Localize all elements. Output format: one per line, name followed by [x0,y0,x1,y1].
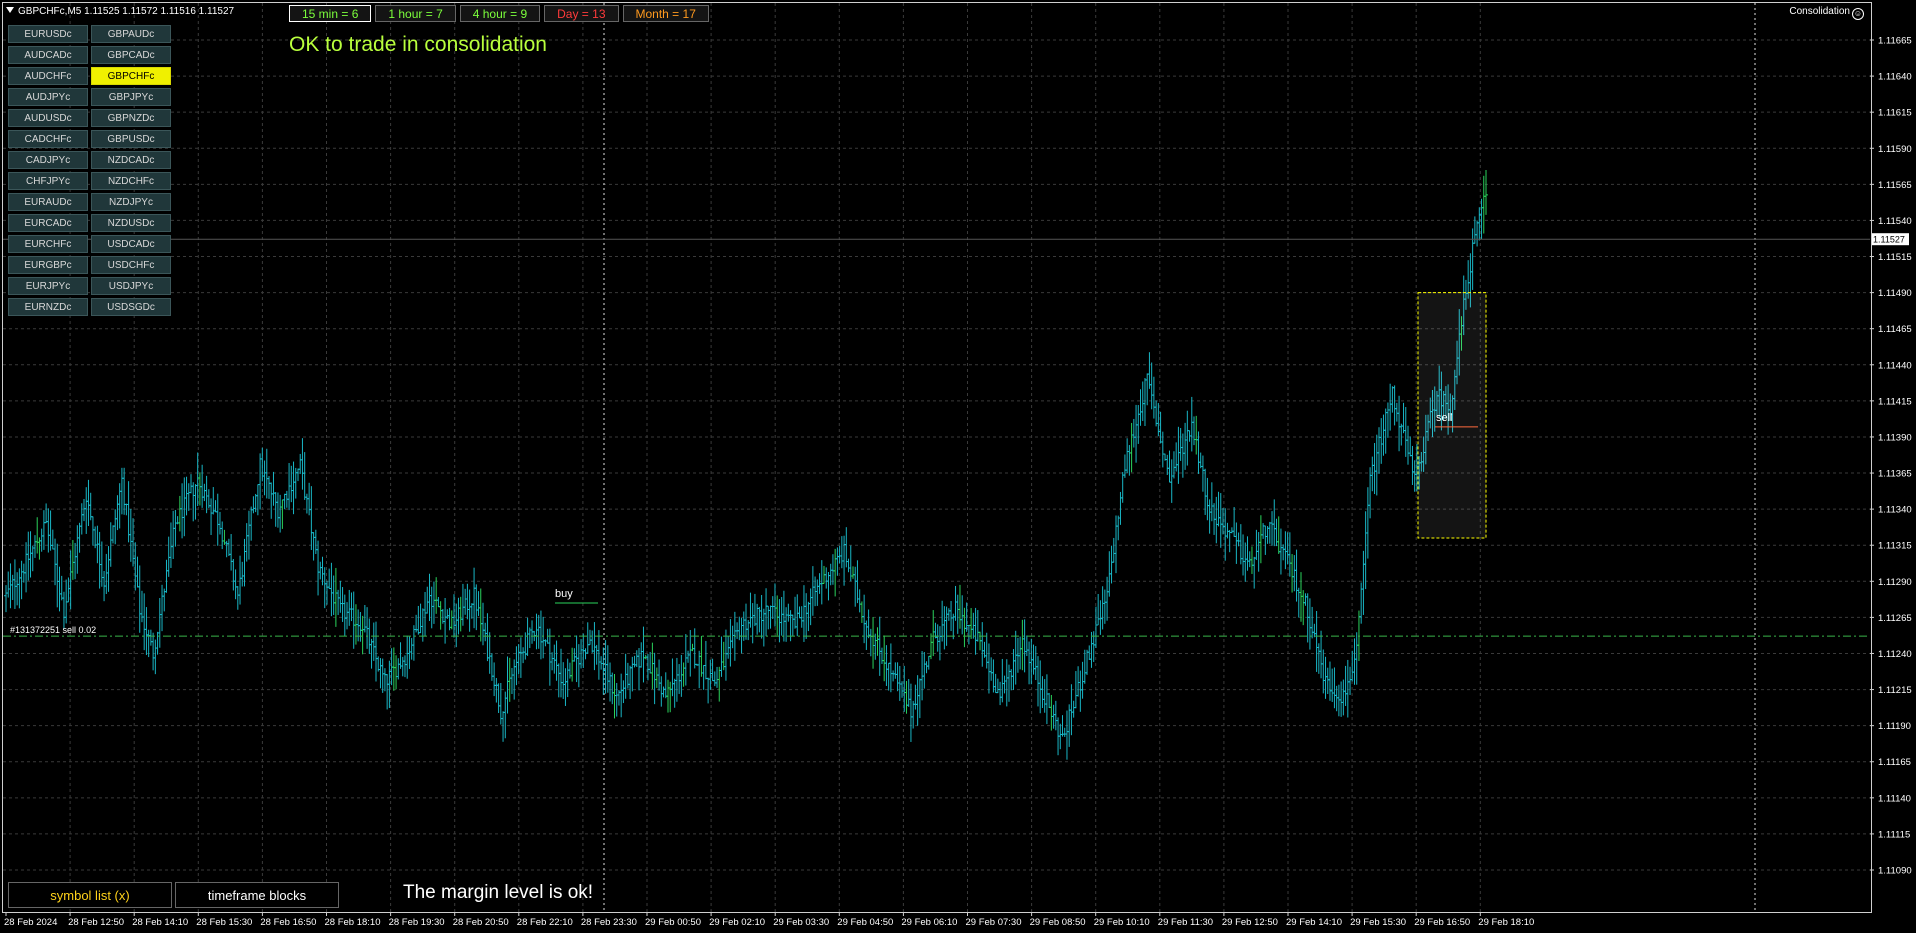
x-tick-label: 29 Feb 02:10 [709,917,765,928]
y-tick-label: 1.11465 [1878,324,1912,335]
tf-block-15min[interactable]: 15 min = 6 [289,5,372,22]
x-tick-label: 29 Feb 07:30 [966,917,1022,928]
symbol-button-cadchfc[interactable]: CADCHFc [8,130,88,148]
price-axis[interactable]: 1.11665 1.11640 1.11615 1.11590 1.11565 1.115… [1870,36,1912,877]
x-tick-label: 28 Feb 22:10 [517,917,573,928]
x-tick-label: 29 Feb 16:50 [1414,917,1470,928]
symbol-button-cadjpyc[interactable]: CADJPYc [8,151,88,169]
symbol-button-audusdc[interactable]: AUDUSDc [8,109,88,127]
symbol-button-eurjpyc[interactable]: EURJPYc [8,277,88,295]
tf-block-day[interactable]: Day = 13 [544,5,619,22]
x-tick-label: 28 Feb 23:30 [581,917,637,928]
y-tick-label: 1.11315 [1878,541,1912,552]
symbol-button-eurgbpc[interactable]: EURGBPc [8,256,88,274]
timeframe-block-bar: 15 min = 6 1 hour = 7 4 hour = 9 Day = 1… [289,5,709,22]
x-tick-label: 28 Feb 14:10 [132,917,188,928]
chart-title-text: GBPCHFc,M5 1.11525 1.11572 1.11516 1.115… [18,6,235,17]
tf-block-month[interactable]: Month = 17 [622,5,709,22]
indicator-label: Consolidation ☺ [1789,6,1864,20]
y-tick-label: 1.11490 [1878,288,1912,299]
symbol-button-eurchfc[interactable]: EURCHFc [8,235,88,253]
y-tick-label: 1.11340 [1878,505,1912,516]
y-tick-label: 1.11115 [1878,829,1910,840]
x-tick-label: 29 Feb 00:50 [645,917,701,928]
y-tick-label: 1.11565 [1878,180,1912,191]
chart-frame [2,2,1872,913]
x-tick-label: 28 Feb 16:50 [260,917,316,928]
x-tick-label: 29 Feb 08:50 [1030,917,1086,928]
symbol-button-gbpaudc[interactable]: GBPAUDc [91,25,171,43]
tf-block-1hour[interactable]: 1 hour = 7 [375,5,456,22]
x-tick-label: 29 Feb 03:30 [773,917,829,928]
y-tick-label: 1.11165 [1878,757,1911,768]
symbol-button-audcadc[interactable]: AUDCADc [8,46,88,64]
y-tick-label: 1.11290 [1878,577,1912,588]
dropdown-triangle-icon[interactable] [6,7,14,13]
symbol-button-usdcadc[interactable]: USDCADc [91,235,171,253]
x-tick-label: 28 Feb 19:30 [389,917,445,928]
y-tick-label: 1.11665 [1878,36,1912,47]
symbol-button-eurcadc[interactable]: EURCADc [8,214,88,232]
y-tick-label: 1.11590 [1878,144,1912,155]
symbol-button-usdchfc[interactable]: USDCHFc [91,256,171,274]
time-axis[interactable]: 28 Feb 2024 28 Feb 12:50 28 Feb 14:10 28 Fe… [4,912,1534,928]
symbol-button-usdsgdc[interactable]: USDSGDc [91,298,171,316]
symbol-button-nzdusdc[interactable]: NZDUSDc [91,214,171,232]
symbol-button-usdjpyc[interactable]: USDJPYc [91,277,171,295]
y-tick-label: 1.11140 [1878,793,1911,804]
x-tick-label: 29 Feb 11:30 [1158,917,1213,928]
x-tick-label: 29 Feb 10:10 [1094,917,1150,928]
x-tick-label: 28 Feb 12:50 [68,917,124,928]
chart-title: GBPCHFc,M5 1.11525 1.11572 1.11516 1.115… [6,6,234,17]
symbol-button-eurnzdc[interactable]: EURNZDc [8,298,88,316]
y-tick-label: 1.11415 [1878,396,1912,407]
x-tick-label: 28 Feb 20:50 [453,917,509,928]
tf-block-4hour[interactable]: 4 hour = 9 [459,5,541,22]
y-tick-label: 1.11240 [1878,649,1912,660]
symbol-button-chfjpyc[interactable]: CHFJPYc [8,172,88,190]
symbol-button-gbpcadc[interactable]: GBPCADc [91,46,171,64]
symbol-button-nzdjpyc[interactable]: NZDJPYc [91,193,171,211]
x-tick-label: 29 Feb 12:50 [1222,917,1278,928]
current-price-label: 1.11527 [1873,235,1905,245]
symbol-list: EURUSDc GBPAUDc AUDCADc GBPCADc AUDCHFc GBPCH… [8,25,171,316]
y-tick-label: 1.11090 [1878,866,1912,877]
symbol-button-nzdchfc[interactable]: NZDCHFc [91,172,171,190]
y-tick-label: 1.11215 [1878,685,1912,696]
symbol-list-button[interactable]: symbol list (x) [8,882,172,908]
y-tick-label: 1.11390 [1878,432,1912,443]
x-tick-label: 28 Feb 18:10 [325,917,381,928]
y-tick-label: 1.11615 [1878,108,1912,119]
symbol-button-gbpjpyc[interactable]: GBPJPYc [91,88,171,106]
x-tick-label: 28 Feb 15:30 [196,917,252,928]
symbol-button-gbpnzdc[interactable]: GBPNZDc [91,109,171,127]
x-tick-label: 28 Feb 2024 [4,917,57,928]
indicator-name: Consolidation [1789,6,1850,17]
y-tick-label: 1.11265 [1878,613,1912,624]
y-tick-label: 1.11365 [1878,469,1912,480]
x-tick-label: 29 Feb 15:30 [1350,917,1406,928]
x-tick-label: 29 Feb 14:10 [1286,917,1342,928]
y-tick-label: 1.11515 [1878,252,1912,263]
y-tick-label: 1.11540 [1878,216,1912,227]
symbol-button-eurusdc[interactable]: EURUSDc [8,25,88,43]
y-tick-label: 1.11440 [1878,360,1912,371]
symbol-button-audchfc[interactable]: AUDCHFc [8,67,88,85]
symbol-button-nzdcadc[interactable]: NZDCADc [91,151,171,169]
symbol-button-euraudc[interactable]: EURAUDc [8,193,88,211]
consolidation-message: OK to trade in consolidation [289,33,547,56]
symbol-button-audjpyc[interactable]: AUDJPYc [8,88,88,106]
x-tick-label: 29 Feb 06:10 [901,917,957,928]
x-tick-label: 29 Feb 04:50 [837,917,893,928]
smiley-icon: ☺ [1852,8,1864,20]
y-tick-label: 1.11190 [1878,721,1911,732]
margin-message: The margin level is ok! [403,882,594,903]
symbol-button-gbpusdc[interactable]: GBPUSDc [91,130,171,148]
symbol-button-gbpchfc[interactable]: GBPCHFc [91,67,171,85]
y-tick-label: 1.11640 [1878,72,1912,83]
timeframe-blocks-button[interactable]: timeframe blocks [175,882,339,908]
x-tick-label: 29 Feb 18:10 [1478,917,1534,928]
